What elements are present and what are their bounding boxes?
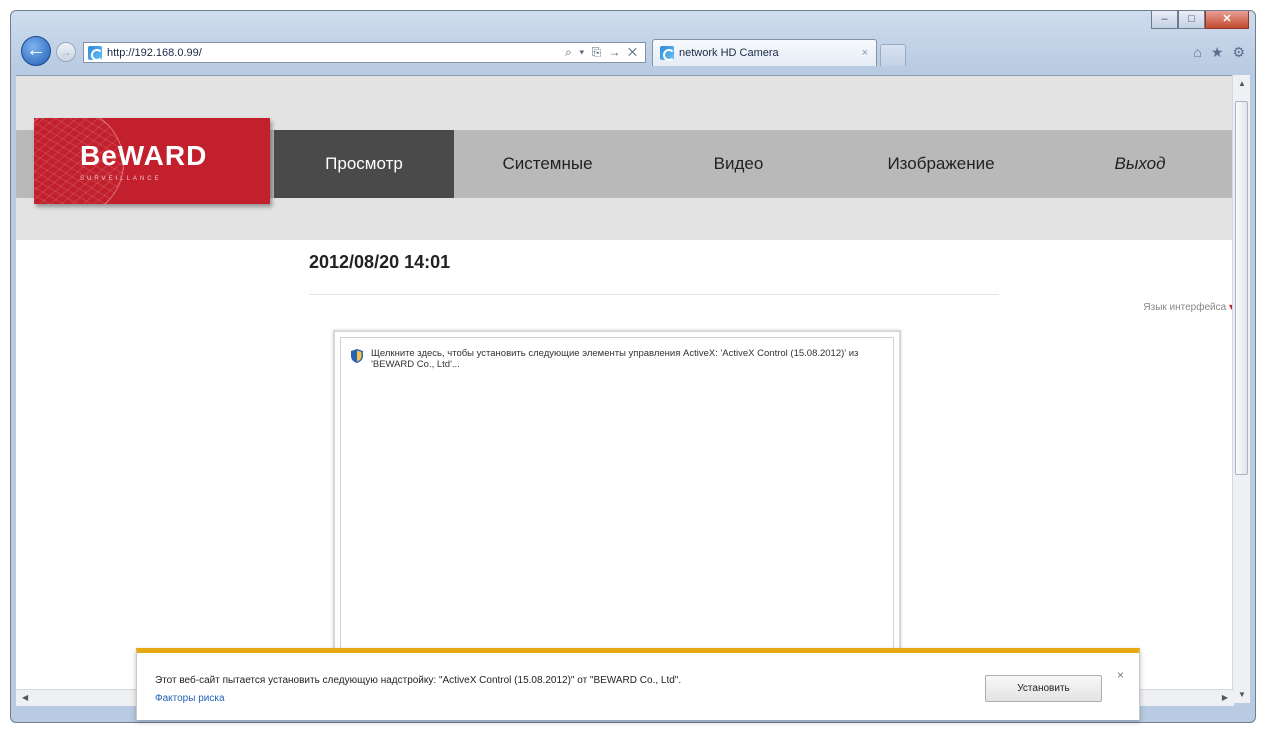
vertical-scrollbar[interactable]: ▲ ▼ bbox=[1232, 75, 1250, 703]
close-icon[interactable]: × bbox=[1117, 668, 1124, 682]
logo-subtitle: SURVEILLANCE bbox=[80, 176, 162, 182]
shield-icon bbox=[351, 349, 363, 363]
page-header: BeWARD SURVEILLANCE Просмотр Системные В… bbox=[16, 76, 1234, 240]
scroll-left-icon[interactable]: ◀ bbox=[22, 693, 28, 702]
scroll-up-icon[interactable]: ▲ bbox=[1238, 79, 1246, 88]
ie-page-icon bbox=[88, 45, 103, 61]
browser-window: – □ ✕ ← → http://192.168.0.99/ ⌕ ▾ ⎘ → ✕… bbox=[10, 10, 1256, 723]
install-button[interactable]: Установить bbox=[985, 675, 1102, 702]
nav-tab-image[interactable]: Изображение bbox=[836, 130, 1046, 198]
scroll-right-icon[interactable]: ▶ bbox=[1222, 693, 1228, 702]
beward-logo: BeWARD SURVEILLANCE bbox=[34, 118, 270, 204]
address-bar[interactable]: http://192.168.0.99/ ⌕ ▾ ⎘ → ✕ bbox=[83, 42, 646, 63]
page-viewport: BeWARD SURVEILLANCE Просмотр Системные В… bbox=[16, 75, 1234, 703]
main-nav: Просмотр Системные Видео Изображение Вых… bbox=[274, 130, 1234, 198]
activex-install-prompt[interactable]: Щелкните здесь, чтобы установить следующ… bbox=[351, 348, 885, 370]
tab-close-icon[interactable]: × bbox=[862, 47, 868, 59]
maximize-button[interactable]: □ bbox=[1178, 11, 1205, 29]
tab-network-hd-camera[interactable]: network HD Camera × bbox=[652, 39, 877, 66]
browser-toolbar-icons: ⌂ ★ ⚙ bbox=[1193, 44, 1245, 61]
close-window-button[interactable]: ✕ bbox=[1205, 11, 1249, 29]
scroll-down-icon[interactable]: ▼ bbox=[1238, 690, 1246, 699]
tab-title[interactable]: network HD Camera bbox=[679, 47, 862, 59]
divider bbox=[309, 294, 999, 295]
nav-tab-system[interactable]: Системные bbox=[454, 130, 641, 198]
new-tab-button[interactable] bbox=[880, 44, 906, 66]
gear-icon[interactable]: ⚙ bbox=[1232, 44, 1245, 61]
address-text[interactable]: http://192.168.0.99/ bbox=[107, 47, 565, 59]
nav-tab-logout[interactable]: Выход bbox=[1046, 130, 1234, 198]
logo-text: BeWARD bbox=[80, 140, 208, 171]
risk-factors-link[interactable]: Факторы риска bbox=[155, 693, 225, 704]
camera-datetime: 2012/08/20 14:01 bbox=[309, 252, 451, 272]
addon-notification-bar: Этот веб-сайт пытается установить следую… bbox=[136, 648, 1140, 720]
language-selector[interactable]: Язык интерфейса ▾ bbox=[1143, 302, 1234, 313]
favorites-icon[interactable]: ★ bbox=[1211, 44, 1224, 61]
language-label[interactable]: Язык интерфейса bbox=[1143, 302, 1226, 313]
nav-tab-video[interactable]: Видео bbox=[641, 130, 836, 198]
nav-tab-view[interactable]: Просмотр bbox=[274, 130, 454, 198]
ie-tab-icon bbox=[660, 46, 675, 61]
address-tools-icons[interactable]: ⌕ ▾ ⎘ → ✕ bbox=[565, 45, 645, 60]
home-icon[interactable]: ⌂ bbox=[1193, 44, 1201, 61]
forward-button[interactable]: → bbox=[56, 42, 76, 62]
scroll-thumb[interactable] bbox=[1235, 101, 1248, 475]
back-button[interactable]: ← bbox=[21, 36, 51, 66]
activex-message[interactable]: Щелкните здесь, чтобы установить следующ… bbox=[371, 348, 885, 370]
activex-container[interactable]: Щелкните здесь, чтобы установить следующ… bbox=[340, 337, 894, 698]
browser-nav-row: ← → http://192.168.0.99/ ⌕ ▾ ⎘ → ✕ netwo… bbox=[21, 35, 1245, 69]
notification-text: Этот веб-сайт пытается установить следую… bbox=[155, 675, 682, 686]
minimize-button[interactable]: – bbox=[1151, 11, 1178, 29]
window-caption-buttons: – □ ✕ bbox=[1151, 11, 1249, 31]
video-frame: Щелкните здесь, чтобы установить следующ… bbox=[333, 330, 901, 700]
